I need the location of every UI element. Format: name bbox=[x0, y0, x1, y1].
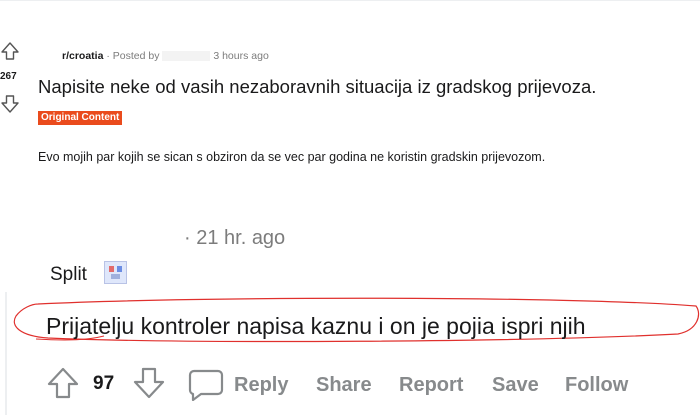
share-button[interactable]: Share bbox=[316, 374, 372, 397]
follow-button[interactable]: Follow bbox=[565, 374, 628, 397]
comment-time: · 21 hr. ago bbox=[184, 227, 286, 249]
comment-username[interactable]: Split bbox=[50, 264, 87, 286]
downvote-icon[interactable] bbox=[132, 367, 166, 399]
comment-vote-count: 97 bbox=[93, 373, 115, 394]
posted-by-label: · Posted by bbox=[106, 50, 160, 62]
top-divider bbox=[0, 0, 700, 1]
downvote-icon[interactable] bbox=[0, 95, 20, 113]
user-flair-icon bbox=[104, 261, 127, 284]
post-meta: r/croatia · Posted by 3 hours ago bbox=[62, 50, 269, 62]
upvote-icon[interactable] bbox=[46, 367, 80, 399]
post-time: 3 hours ago bbox=[213, 50, 269, 62]
report-button[interactable]: Report bbox=[399, 374, 463, 397]
redacted-username bbox=[162, 51, 211, 62]
post-flair: Original Content bbox=[38, 111, 123, 125]
subreddit-link[interactable]: r/croatia bbox=[62, 50, 103, 62]
post-vote-count: 267 bbox=[0, 71, 17, 82]
comment-text: Prijatelju kontroler napisa kaznu i on j… bbox=[46, 313, 586, 339]
reply-button[interactable]: Reply bbox=[234, 374, 288, 397]
thread-line[interactable] bbox=[5, 292, 7, 415]
post-body: Evo mojih par kojih se sican s obziron d… bbox=[38, 150, 546, 164]
comment-bubble-icon[interactable] bbox=[188, 369, 224, 401]
post-title[interactable]: Napisite neke od vasih nezaboravnih situ… bbox=[38, 76, 596, 98]
save-button[interactable]: Save bbox=[492, 374, 539, 397]
upvote-icon[interactable] bbox=[0, 42, 20, 60]
